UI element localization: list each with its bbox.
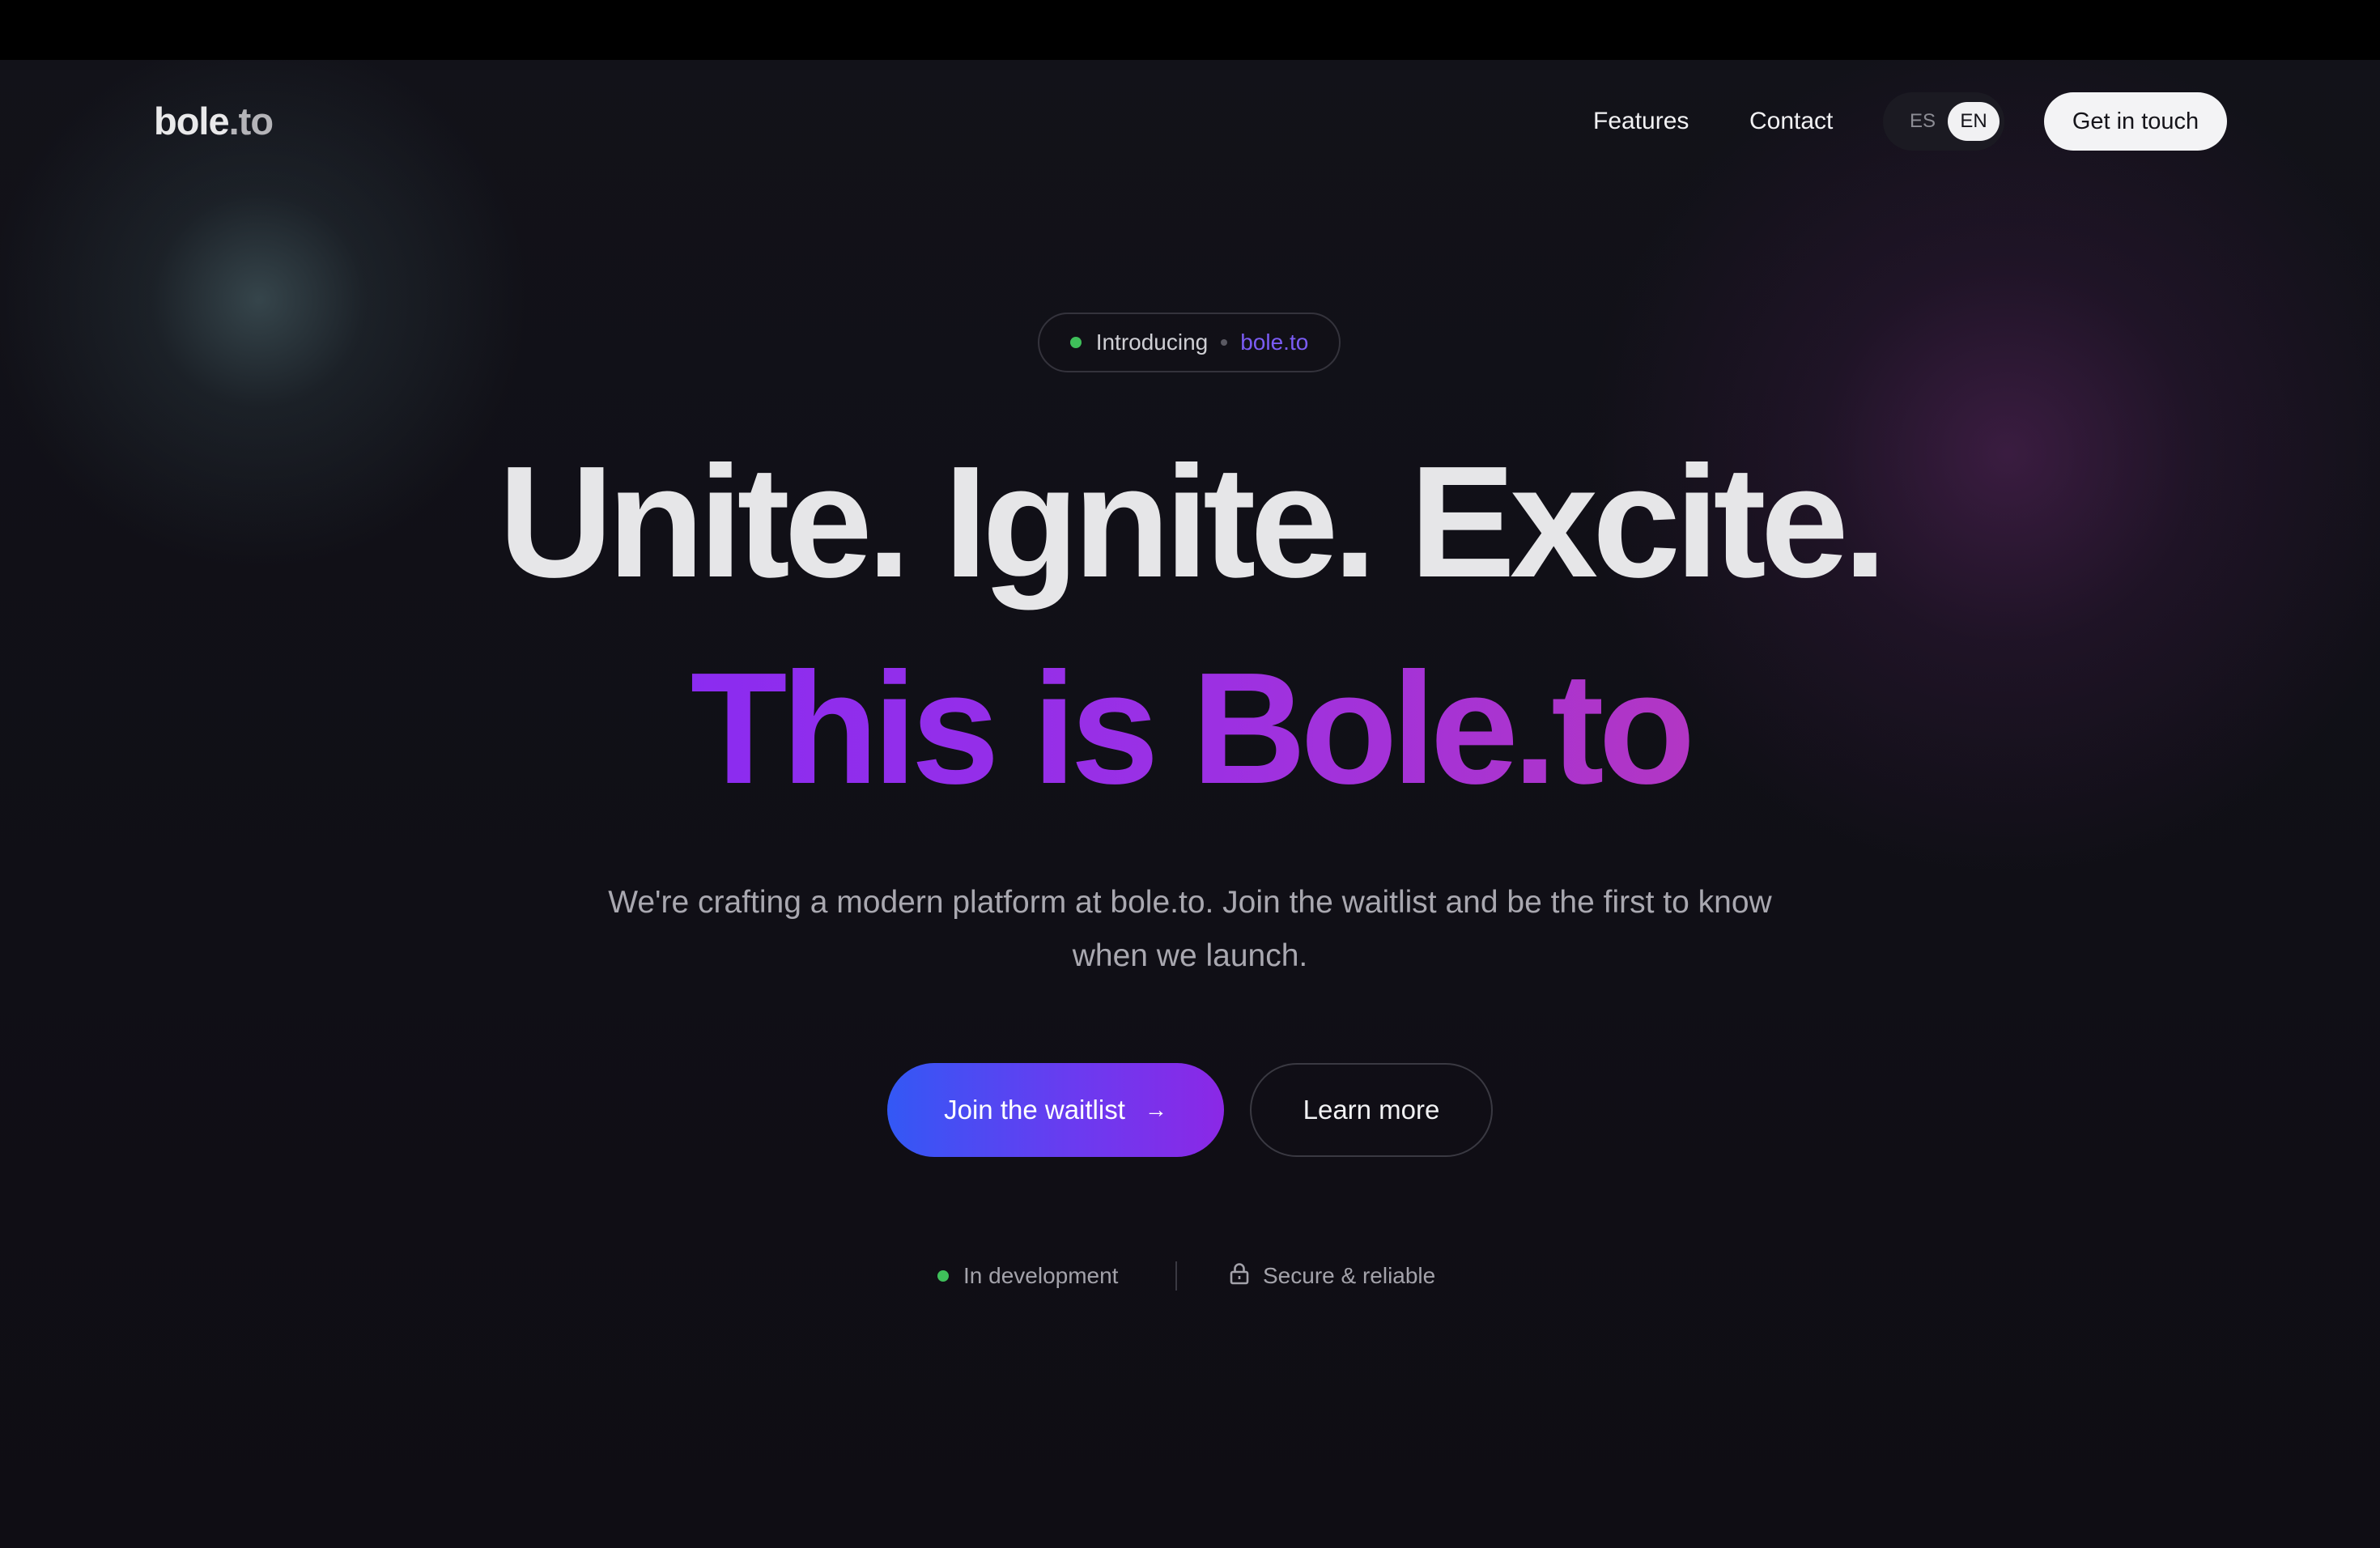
nav-link-contact[interactable]: Contact [1749, 104, 1833, 139]
logo-tld: .to [228, 100, 274, 142]
status-secure: Secure & reliable [1229, 1260, 1435, 1292]
get-in-touch-button[interactable]: Get in touch [2044, 92, 2227, 151]
learn-more-button[interactable]: Learn more [1250, 1063, 1493, 1157]
landing-page: bole.to Features Contact ES EN Get in to… [0, 0, 2380, 1548]
hero-headline: Unite. Ignite. Excite. [498, 433, 1887, 610]
hero-headline-accent-text: This is Bole.to [690, 640, 1695, 817]
status-secure-label: Secure & reliable [1263, 1263, 1436, 1288]
nav-link-features[interactable]: Features [1593, 104, 1689, 139]
status-divider [1175, 1261, 1177, 1291]
hero-headline-accent: This is Bole.to [0, 636, 2380, 822]
lang-option-es[interactable]: ES [1902, 92, 1943, 151]
lock-icon [1229, 1261, 1250, 1291]
join-waitlist-label: Join the waitlist [944, 1095, 1125, 1125]
status-dev-label: In development [963, 1263, 1119, 1288]
logo-main: bole [154, 100, 230, 142]
logo[interactable]: bole.to [154, 96, 274, 147]
arrow-right-icon: → [1144, 1097, 1167, 1122]
status-dot-icon [1069, 337, 1082, 348]
intro-badge: Introducing bole.to [1038, 313, 1341, 372]
lang-option-en[interactable]: EN [1948, 102, 2000, 141]
badge-separator-dot [1221, 339, 1228, 346]
join-waitlist-button[interactable]: Join the waitlist → [887, 1063, 1224, 1157]
badge-intro-text: Introducing [1095, 330, 1209, 355]
status-in-development: In development [937, 1260, 1118, 1292]
browser-top-bar [0, 0, 2380, 60]
badge-brand-text: bole.to [1240, 330, 1309, 355]
status-dot-icon [937, 1270, 949, 1282]
language-toggle[interactable]: ES EN [1883, 92, 2004, 151]
hero-subtitle: We're crafting a modern platform at bole… [608, 885, 1772, 973]
